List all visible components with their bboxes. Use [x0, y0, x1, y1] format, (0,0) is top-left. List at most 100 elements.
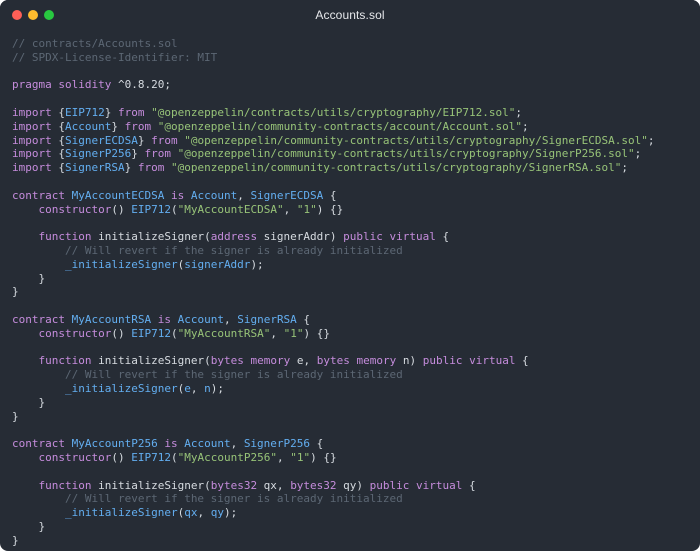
code-token-plain: qy) — [336, 478, 370, 492]
code-line: constructor() EIP712("MyAccountECDSA", "… — [12, 203, 692, 217]
code-token-keyword: import — [12, 147, 52, 161]
code-token-comment: // Will revert if the signer is already … — [64, 492, 403, 506]
code-token-type: EIP712 — [131, 202, 171, 216]
code-line: } — [12, 534, 692, 548]
code-token-type: SignerP256 — [65, 147, 132, 161]
code-token-plain: } — [12, 395, 46, 409]
code-token-function: n — [204, 381, 211, 395]
code-token-function: signerAddr — [184, 257, 251, 271]
code-token-plain: ) {} — [303, 326, 330, 340]
code-token-plain: n) — [396, 354, 423, 368]
code-token-comment: // contracts/Accounts.sol — [12, 37, 178, 50]
code-token-plain: } — [111, 119, 125, 133]
code-editor[interactable]: // contracts/Accounts.sol// SPDX-License… — [12, 37, 692, 547]
code-token-plain: initializeSigner( — [91, 354, 211, 368]
code-token-plain: { — [51, 105, 65, 119]
code-line: function initializeSigner(bytes32 qx, by… — [12, 479, 692, 493]
code-line: // Will revert if the signer is already … — [12, 244, 692, 258]
code-token-plain: e, — [290, 354, 317, 368]
code-token-plain: ); — [223, 506, 238, 520]
code-token-plain: , — [237, 188, 251, 202]
code-token-keyword: is — [170, 188, 185, 202]
code-token-plain: } — [12, 519, 46, 533]
code-line: contract MyAccountECDSA is Account, Sign… — [12, 189, 692, 203]
code-token-keyword: from — [151, 133, 178, 147]
code-token-type: SignerP256 — [243, 437, 311, 451]
code-token-plain: } — [124, 161, 138, 175]
code-token-keyword: function — [38, 230, 92, 244]
code-line: import {SignerECDSA} from "@openzeppelin… — [12, 134, 692, 148]
code-token-plain: qx, — [257, 478, 291, 492]
code-line: pragma solidity ^0.8.20; — [12, 78, 692, 92]
code-token-plain: ( — [170, 450, 178, 464]
code-token-plain: { — [51, 147, 65, 161]
code-token-keyword: virtual — [416, 478, 463, 492]
code-token-string: "@openzeppelin/community-contracts/accou… — [157, 119, 522, 133]
code-token-keyword: import — [12, 161, 52, 175]
code-token-function: qx — [184, 506, 198, 520]
code-token-string: "@openzeppelin/community-contracts/utils… — [170, 161, 622, 175]
code-token-plain: { — [296, 312, 311, 326]
code-line: // contracts/Accounts.sol — [12, 37, 692, 51]
code-token-plain: , — [276, 450, 291, 464]
code-line: } — [12, 410, 692, 424]
code-line: constructor() EIP712("MyAccountP256", "1… — [12, 451, 692, 465]
code-token-keyword: contract — [12, 437, 65, 451]
code-token-plain: () — [111, 326, 132, 340]
code-token-keyword: memory — [356, 354, 397, 368]
code-line: _initializeSigner(e, n); — [12, 382, 692, 396]
code-token-plain: } — [12, 271, 46, 285]
code-token-plain: signerAddr) — [257, 230, 344, 244]
code-line: import {SignerRSA} from "@openzeppelin/c… — [12, 161, 692, 175]
code-token-keyword: solidity — [58, 78, 112, 92]
code-token-plain: ; — [521, 119, 529, 133]
code-token-plain: { — [435, 230, 450, 244]
code-line: contract MyAccountP256 is Account, Signe… — [12, 437, 692, 451]
code-token-plain: } — [131, 147, 145, 161]
code-token-plain: { — [51, 161, 65, 175]
code-token-string: "1" — [283, 326, 304, 340]
code-token-keyword: from — [144, 147, 171, 161]
code-token-keyword: address — [210, 230, 258, 244]
code-line: constructor() EIP712("MyAccountRSA", "1"… — [12, 327, 692, 341]
code-token-plain: { — [462, 478, 476, 492]
code-token-plain: () — [111, 450, 132, 464]
code-token-plain: ; — [647, 133, 655, 147]
code-token-plain: initializeSigner( — [91, 478, 211, 492]
code-token-comment: // Will revert if the signer is already … — [64, 368, 403, 382]
code-token-plain: } — [137, 133, 152, 147]
code-token-type: SignerECDSA — [250, 188, 324, 202]
code-token-type: MyAccountECDSA — [71, 188, 165, 202]
code-token-keyword: public — [422, 354, 463, 368]
code-token-type: SignerRSA — [237, 312, 297, 326]
code-token-keyword: is — [164, 437, 178, 451]
code-token-plain: ; — [515, 105, 522, 119]
code-token-plain: ^0.8.20; — [111, 78, 171, 92]
code-token-function: _initializeSigner — [64, 381, 178, 395]
code-token-comment: // SPDX-License-Identifier: MIT — [12, 50, 218, 64]
code-token-keyword: import — [12, 105, 52, 119]
code-token-plain: ; — [621, 161, 628, 175]
code-token-string: "@openzeppelin/community-contracts/utils… — [177, 147, 635, 161]
code-line: } — [12, 285, 692, 299]
code-line: } — [12, 396, 692, 410]
code-line: function initializeSigner(address signer… — [12, 230, 692, 244]
